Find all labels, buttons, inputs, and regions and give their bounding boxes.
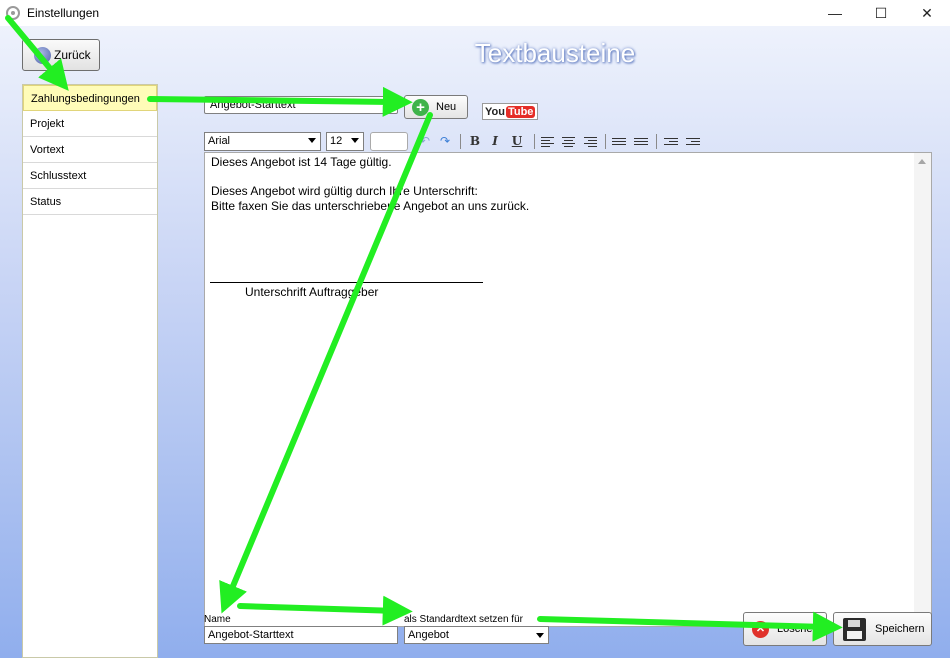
window-controls: — ☐ ✕ bbox=[812, 0, 950, 26]
numbered-list-icon[interactable] bbox=[634, 132, 648, 151]
delete-icon: ✕ bbox=[752, 620, 769, 638]
template-name-combo[interactable]: Angebot-Starttext bbox=[204, 96, 398, 114]
color-picker[interactable] bbox=[370, 132, 408, 151]
youtube-logo-you: You bbox=[485, 105, 505, 118]
rich-text-editor[interactable]: Dieses Angebot ist 14 Tage gültig. Diese… bbox=[204, 152, 932, 627]
name-field[interactable]: Angebot-Starttext bbox=[204, 626, 398, 644]
gear-icon bbox=[6, 6, 20, 20]
font-family-value: Arial bbox=[208, 135, 231, 147]
plus-icon: + bbox=[412, 98, 429, 116]
undo-icon[interactable]: ↶ bbox=[418, 132, 432, 151]
font-size-select[interactable]: 12 bbox=[326, 132, 364, 151]
chevron-down-icon bbox=[308, 138, 316, 143]
youtube-button[interactable]: You Tube bbox=[482, 103, 539, 120]
back-arrow-icon bbox=[34, 46, 51, 64]
new-button[interactable]: + Neu bbox=[404, 95, 468, 119]
italic-button[interactable]: I bbox=[488, 132, 502, 151]
delete-button[interactable]: ✕ Löschen bbox=[743, 612, 827, 646]
align-left-icon[interactable] bbox=[541, 132, 554, 151]
editor-scrollbar[interactable] bbox=[914, 153, 931, 626]
name-label: Name bbox=[204, 614, 231, 625]
back-button-label: Zurück bbox=[54, 48, 91, 62]
sidebar: Zahlungsbedingungen Projekt Vortext Schl… bbox=[22, 84, 158, 658]
standard-text-select[interactable]: Angebot bbox=[404, 626, 549, 644]
format-toolbar: Arial 12 ↶ ↷ B I U bbox=[204, 132, 924, 152]
save-button[interactable]: Speichern bbox=[833, 612, 932, 646]
sidebar-item-zahlungsbedingungen[interactable]: Zahlungsbedingungen bbox=[23, 85, 157, 111]
chevron-down-icon bbox=[536, 633, 544, 638]
close-button[interactable]: ✕ bbox=[904, 0, 950, 26]
new-button-label: Neu bbox=[436, 101, 457, 113]
align-right-icon[interactable] bbox=[584, 132, 597, 151]
editor-line: Dieses Angebot ist 14 Tage gültig. bbox=[211, 155, 392, 169]
floppy-disk-icon bbox=[843, 617, 866, 641]
sidebar-item-projekt[interactable]: Projekt bbox=[23, 111, 157, 137]
sidebar-item-vortext[interactable]: Vortext bbox=[23, 137, 157, 163]
toolbar-divider bbox=[534, 134, 535, 149]
font-size-value: 12 bbox=[330, 135, 343, 147]
bold-button[interactable]: B bbox=[468, 132, 482, 151]
toolbar-divider bbox=[460, 134, 461, 149]
delete-button-label: Löschen bbox=[777, 623, 819, 635]
underline-button[interactable]: U bbox=[510, 132, 524, 151]
align-center-icon[interactable] bbox=[562, 132, 575, 151]
sidebar-item-schlusstext[interactable]: Schlusstext bbox=[23, 163, 157, 189]
title-bar: Einstellungen — ☐ ✕ bbox=[0, 0, 950, 26]
font-family-select[interactable]: Arial bbox=[204, 132, 321, 151]
toolbar-divider bbox=[656, 134, 657, 149]
maximize-button[interactable]: ☐ bbox=[858, 0, 904, 26]
editor-content: Dieses Angebot ist 14 Tage gültig. Diese… bbox=[211, 155, 529, 213]
outdent-icon[interactable] bbox=[664, 132, 678, 151]
sidebar-item-status[interactable]: Status bbox=[23, 189, 157, 215]
editor-line: Dieses Angebot wird gültig durch Ihre Un… bbox=[211, 184, 478, 198]
youtube-logo-tube: Tube bbox=[505, 105, 536, 118]
signature-label: Unterschrift Auftraggeber bbox=[245, 285, 379, 299]
scroll-up-icon[interactable] bbox=[918, 159, 926, 164]
page-title: Textbausteine bbox=[474, 38, 636, 68]
editor-line: Bitte faxen Sie das unterschriebene Ange… bbox=[211, 198, 530, 213]
chevron-down-icon bbox=[351, 138, 359, 143]
editor-line bbox=[211, 170, 529, 185]
back-button[interactable]: Zurück bbox=[22, 39, 100, 71]
standard-text-value: Angebot bbox=[408, 629, 449, 641]
toolbar-divider bbox=[605, 134, 606, 149]
signature-line bbox=[210, 282, 483, 283]
client-area: Zurück Textbausteine Zahlungsbedingungen… bbox=[0, 26, 950, 658]
redo-icon[interactable]: ↷ bbox=[438, 132, 452, 151]
bullet-list-icon[interactable] bbox=[612, 132, 626, 151]
window-title: Einstellungen bbox=[27, 6, 100, 20]
indent-icon[interactable] bbox=[686, 132, 700, 151]
save-button-label: Speichern bbox=[875, 623, 925, 635]
standard-text-label: als Standardtext setzen für bbox=[404, 614, 523, 625]
minimize-button[interactable]: — bbox=[812, 0, 858, 26]
